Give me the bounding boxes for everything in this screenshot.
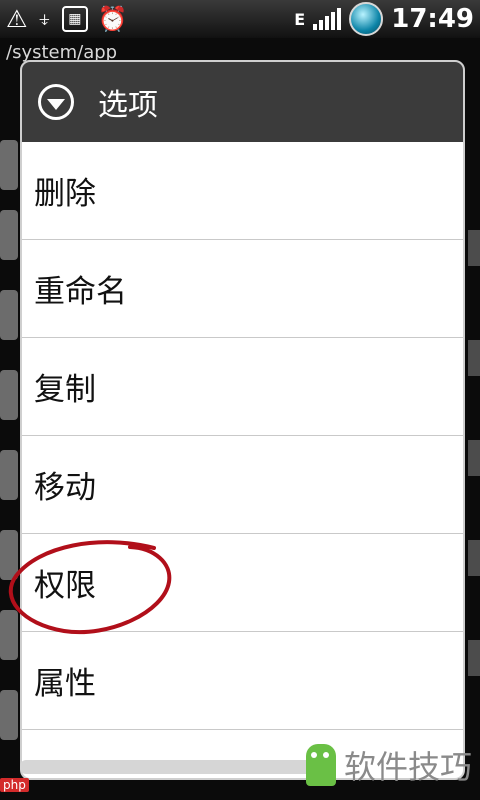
globe-icon xyxy=(349,2,384,36)
alarm-clock-icon: ⏰ xyxy=(97,5,128,33)
network-type-label: E xyxy=(294,9,306,29)
options-dialog: 选项 删除 重命名 复制 移动 权限 属性 xyxy=(20,60,465,780)
chevron-down-icon xyxy=(38,84,74,120)
dialog-title: 选项 xyxy=(98,88,158,123)
status-time: 17:49 xyxy=(391,4,474,34)
menu-item-move[interactable]: 移动 xyxy=(22,436,463,534)
android-robot-icon xyxy=(305,744,336,786)
watermark: 软件技巧 xyxy=(305,742,472,788)
menu-item-copy[interactable]: 复制 xyxy=(22,338,463,436)
alert-triangle-icon: ⚠ xyxy=(6,5,28,33)
usb-icon: ⍖ xyxy=(37,5,52,33)
status-bar: ⚠ ⍖ ▦ ⏰ E 17:49 xyxy=(0,0,480,38)
menu-item-properties[interactable]: 属性 xyxy=(22,632,463,730)
sd-card-icon: ▦ xyxy=(61,6,88,32)
background-scroll-area xyxy=(464,80,480,800)
watermark-text: 软件技巧 xyxy=(343,748,472,786)
dialog-header: 选项 xyxy=(22,62,463,142)
menu-item-delete[interactable]: 删除 xyxy=(22,142,463,240)
horizontal-scrollbar[interactable] xyxy=(20,760,330,774)
highlight-circle-annotation xyxy=(8,540,172,635)
signal-bars-icon xyxy=(313,8,342,30)
menu-item-rename[interactable]: 重命名 xyxy=(22,240,463,338)
corner-tag: php xyxy=(0,778,29,792)
background-file-list xyxy=(0,80,20,800)
